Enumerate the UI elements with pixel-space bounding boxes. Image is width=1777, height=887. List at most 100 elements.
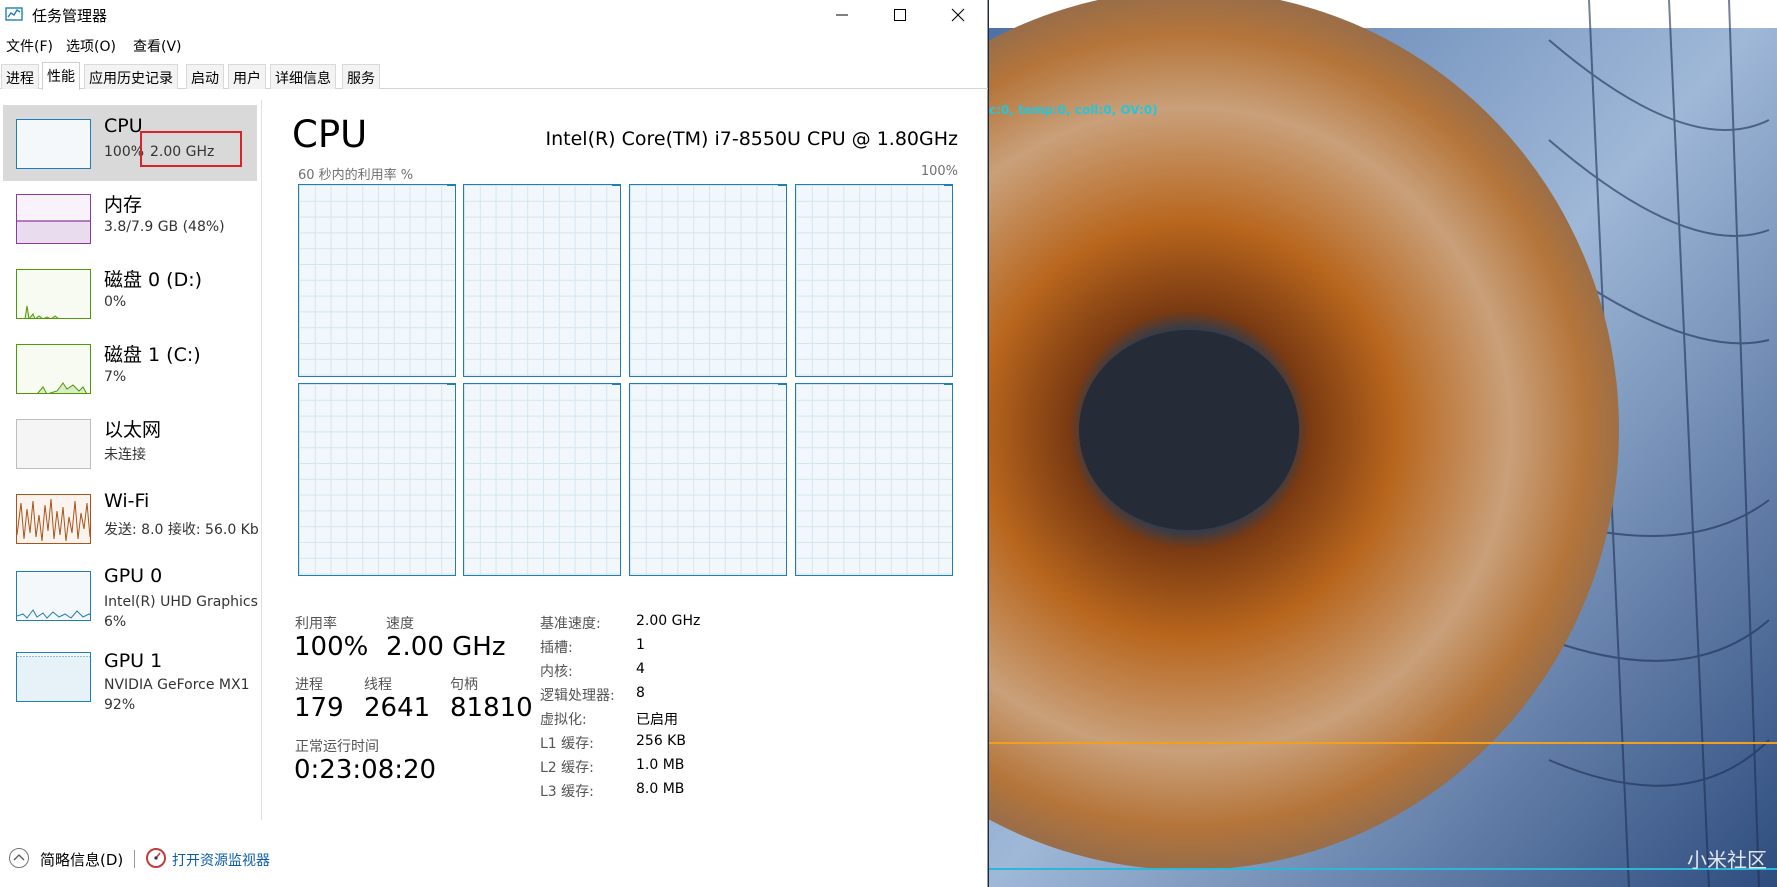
cpu-thumbnail (16, 119, 91, 169)
wifi-thumbnail (16, 494, 91, 544)
logical-processor-graph (795, 184, 953, 377)
ethernet-thumbnail (16, 419, 91, 469)
menu-file[interactable]: 文件(F) (6, 36, 53, 56)
fewer-details-button[interactable]: 简略信息(D) (40, 849, 123, 870)
tab-startup[interactable]: 启动 (186, 64, 224, 89)
sidebar-item-usage: 6% (104, 614, 127, 630)
tab-services[interactable]: 服务 (342, 64, 380, 89)
tab-processes[interactable]: 进程 (1, 64, 39, 89)
window-title: 任务管理器 (32, 7, 108, 25)
footer-divider (134, 850, 135, 868)
tab-performance[interactable]: 性能 (42, 62, 80, 90)
spec-label: 插槽: (540, 640, 573, 656)
sidebar-item-value: Intel(R) UHD Graphics (104, 594, 258, 610)
logical-processor-graph (795, 383, 953, 576)
sidebar-item-title: 以太网 (104, 419, 162, 441)
sidebar-item-ethernet[interactable]: 以太网 未连接 (3, 405, 257, 481)
menu-options[interactable]: 选项(O) (66, 36, 116, 56)
uptime-label: 正常运行时间 (295, 739, 379, 755)
tab-app-history[interactable]: 应用历史记录 (84, 64, 178, 89)
minimize-icon (836, 14, 848, 16)
cpu-performance-pane: CPU Intel(R) Core(TM) i7-8550U CPU @ 1.8… (265, 100, 987, 820)
sidebar-item-title: CPU (104, 115, 143, 137)
close-button[interactable] (930, 0, 986, 30)
memory-thumbnail (16, 194, 91, 244)
minimize-button[interactable] (814, 0, 870, 30)
utilization-label: 利用率 (295, 616, 337, 632)
sidebar-item-memory[interactable]: 内存 3.8/7.9 GB (48%) (3, 180, 257, 256)
spec-value: 8.0 MB (636, 781, 685, 797)
title-bar[interactable]: 任务管理器 (0, 0, 988, 30)
footer-bar: 简略信息(D) 打开资源监视器 (0, 840, 988, 887)
spec-value: 已启用 (636, 712, 678, 728)
tab-strip: 进程 性能 应用历史记录 启动 用户 详细信息 服务 (0, 62, 988, 90)
logical-processor-graph (629, 383, 787, 576)
eye-wallpaper-image (989, 0, 1777, 887)
resource-sidebar: CPU 100% 2.00 GHz 内存 3.8/7.9 GB (48%) 磁盘… (0, 100, 262, 820)
sidebar-item-usage: 100% (104, 144, 145, 160)
sidebar-item-value: 发送: 8.0 接收: 56.0 Kb (104, 522, 259, 538)
spec-value: 2.00 GHz (636, 613, 701, 629)
threads-value: 2641 (364, 693, 431, 723)
logical-processor-graph (298, 383, 456, 576)
sidebar-item-gpu1[interactable]: GPU 1 NVIDIA GeForce MX1 92% (3, 640, 257, 726)
sidebar-item-value: 0% (104, 294, 127, 310)
spec-label: L1 缓存: (540, 736, 594, 752)
uptime-value: 0:23:08:20 (294, 755, 437, 785)
spec-label: 基准速度: (540, 616, 601, 632)
desktop-wallpaper: c:0, temp:0, coll:0, OV:0) 小米社区 (989, 0, 1777, 887)
sidebar-item-disk0[interactable]: 磁盘 0 (D:) 0% (3, 255, 257, 331)
processes-value: 179 (294, 693, 344, 723)
spec-value: 4 (636, 661, 645, 677)
graph-max-label: 100% (920, 164, 958, 179)
maximize-button[interactable] (872, 0, 928, 30)
processes-label: 进程 (295, 677, 323, 693)
handles-value: 81810 (450, 693, 533, 723)
sidebar-item-value: NVIDIA GeForce MX1 (104, 677, 250, 693)
logical-processor-graph (629, 184, 787, 377)
sidebar-item-title: 磁盘 1 (C:) (104, 344, 201, 366)
sidebar-item-wifi[interactable]: Wi-Fi 发送: 8.0 接收: 56.0 Kb (3, 480, 259, 556)
graph-caption: 60 秒内的利用率 % (298, 168, 414, 183)
logical-processor-graph (463, 383, 621, 576)
handles-label: 句柄 (450, 677, 478, 693)
spec-label: 虚拟化: (540, 712, 587, 728)
gpu1-thumbnail (16, 652, 91, 702)
sidebar-item-value: 7% (104, 369, 127, 385)
speed-highlight-box (140, 131, 242, 167)
sidebar-item-title: 内存 (104, 194, 143, 216)
menu-view[interactable]: 查看(V) (133, 36, 182, 56)
sidebar-item-disk1[interactable]: 磁盘 1 (C:) 7% (3, 330, 257, 406)
overlay-status-text: c:0, temp:0, coll:0, OV:0) (989, 103, 1158, 117)
sidebar-item-title: GPU 0 (104, 565, 163, 587)
maximize-icon (894, 9, 906, 21)
open-resource-monitor-link[interactable]: 打开资源监视器 (172, 850, 270, 870)
tab-users[interactable]: 用户 (228, 64, 266, 89)
sidebar-item-gpu0[interactable]: GPU 0 Intel(R) UHD Graphics 6% (3, 555, 258, 641)
watermark: 小米社区 (1687, 848, 1767, 872)
spec-label: 逻辑处理器: (540, 688, 615, 704)
disk0-thumbnail (16, 269, 91, 319)
sidebar-item-value: 3.8/7.9 GB (48%) (104, 219, 225, 235)
speed-value: 2.00 GHz (386, 632, 506, 662)
spec-value: 1 (636, 637, 645, 653)
spec-label: 内核: (540, 664, 573, 680)
spec-value: 1.0 MB (636, 757, 685, 773)
sidebar-item-title: 磁盘 0 (D:) (104, 269, 203, 291)
task-manager-app-icon (5, 7, 23, 21)
sidebar-item-title: GPU 1 (104, 650, 163, 672)
utilization-value: 100% (294, 632, 369, 662)
logical-processor-graph (298, 184, 456, 377)
tab-details[interactable]: 详细信息 (270, 64, 336, 89)
threads-label: 线程 (364, 677, 392, 693)
spec-label: L2 缓存: (540, 760, 594, 776)
speed-label: 速度 (386, 616, 414, 632)
spec-value: 256 KB (636, 733, 686, 749)
chevron-up-icon[interactable] (9, 848, 29, 868)
sidebar-item-usage: 92% (104, 697, 136, 713)
sidebar-item-value: 未连接 (104, 447, 146, 463)
page-title: CPU (292, 113, 368, 156)
close-icon (951, 8, 965, 22)
cpu-model-name: Intel(R) Core(TM) i7-8550U CPU @ 1.80GHz (545, 128, 959, 150)
spec-label: L3 缓存: (540, 784, 594, 800)
